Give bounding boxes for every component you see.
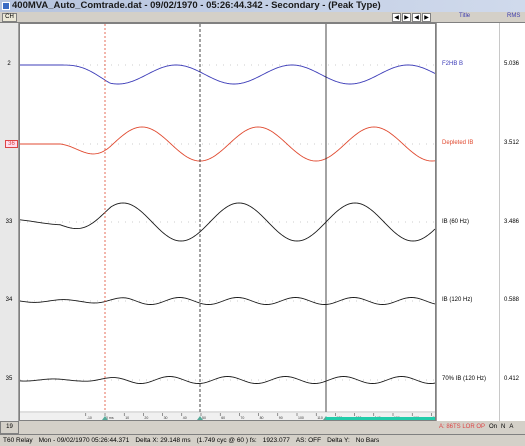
waveform-trace[interactable] bbox=[20, 64, 436, 85]
time-tick-label: 40 bbox=[183, 416, 187, 420]
title-bar: 400MVA_Auto_Comtrade.dat - 09/02/1970 - … bbox=[0, 0, 525, 12]
time-tick-label: -10 bbox=[87, 416, 92, 420]
channel-rms: 0.588 bbox=[504, 297, 520, 303]
channel-number[interactable]: 2 bbox=[0, 61, 18, 67]
time-tick-label: 20 bbox=[144, 416, 148, 420]
channel-number-selected[interactable]: 36 bbox=[5, 140, 18, 148]
channel-title[interactable]: 70% IB (120 Hz) bbox=[442, 376, 486, 382]
status-bars: No Bars bbox=[355, 437, 380, 444]
channel-title[interactable]: IB (60 Hz) bbox=[442, 219, 469, 225]
time-tick-label: 80 bbox=[260, 416, 264, 420]
channel-number[interactable]: 34 bbox=[0, 297, 18, 303]
channel-info-panel: F2HB B 5.036 Depleted IB 3.512 IB (60 Hz… bbox=[436, 23, 525, 421]
title-column-header[interactable]: Title bbox=[459, 13, 470, 19]
channel-button[interactable]: CH bbox=[2, 13, 17, 22]
channel-title[interactable]: F2HB B bbox=[442, 61, 463, 67]
scroll-right-button[interactable]: ▶ bbox=[402, 13, 411, 22]
status-fs: 1923.077 bbox=[262, 437, 290, 444]
nav-buttons: ◀ ▶ ◀ ▶ bbox=[392, 13, 431, 22]
waveform-canvas[interactable]: -100 ms102030405060708090100110120130140… bbox=[19, 24, 438, 420]
channel-title[interactable]: IB (120 Hz) bbox=[442, 297, 472, 303]
relay-flag: A bbox=[509, 424, 514, 430]
channel-number[interactable]: 35 bbox=[0, 376, 18, 382]
waveform-trace[interactable] bbox=[19, 202, 436, 242]
digital-status: A: 86TS LOR OP On N A bbox=[436, 421, 525, 434]
status-delta-x: Delta X: 29.148 ms bbox=[135, 437, 191, 444]
status-bar: T60 Relay Mon - 09/02/1970 05:26:44.371 … bbox=[0, 434, 525, 446]
page-left-button[interactable]: ◀ bbox=[412, 13, 421, 22]
channel-rms: 5.036 bbox=[504, 61, 520, 67]
channel-title[interactable]: Depleted IB bbox=[442, 140, 473, 146]
relay-flag: N bbox=[501, 424, 506, 430]
channel-number[interactable]: 33 bbox=[0, 219, 18, 225]
time-tick-label: 10 bbox=[125, 416, 129, 420]
rms-column-header[interactable]: RMS bbox=[507, 13, 520, 19]
waveform-trace[interactable] bbox=[20, 126, 436, 162]
waveform-trace[interactable] bbox=[19, 376, 436, 384]
time-tick-label: 50 bbox=[202, 416, 206, 420]
time-tick-label: 100 bbox=[298, 416, 304, 420]
window-title: 400MVA_Auto_Comtrade.dat - 09/02/1970 - … bbox=[12, 0, 381, 11]
waveform-trace[interactable] bbox=[19, 297, 436, 305]
page-right-button[interactable]: ▶ bbox=[422, 13, 431, 22]
time-tick-label: 60 bbox=[221, 416, 225, 420]
channel-count: 19 bbox=[0, 421, 19, 434]
status-device: T60 Relay bbox=[3, 437, 33, 444]
channel-rms: 3.512 bbox=[504, 140, 520, 146]
column-divider bbox=[499, 23, 500, 421]
scroll-left-button[interactable]: ◀ bbox=[392, 13, 401, 22]
status-delta-y: Delta Y: bbox=[327, 437, 350, 444]
channel-rms: 3.486 bbox=[504, 219, 520, 225]
time-tick-label: 30 bbox=[164, 416, 168, 420]
app-icon bbox=[2, 2, 10, 10]
time-tick-label: 70 bbox=[240, 416, 244, 420]
time-tick-label: 90 bbox=[279, 416, 283, 420]
toolbar: CH ◀ ▶ ◀ ▶ Title RMS bbox=[0, 12, 525, 23]
relay-tag[interactable]: A: 86TS LOR OP bbox=[439, 421, 485, 434]
scroll-thumb[interactable] bbox=[326, 417, 435, 420]
waveform-plot[interactable]: -100 ms102030405060708090100110120130140… bbox=[19, 23, 438, 421]
status-as: AS: OFF bbox=[295, 437, 322, 444]
channel-rms: 0.412 bbox=[504, 376, 520, 382]
status-cursor-time: Mon - 09/02/1970 05:26:44.371 bbox=[38, 437, 130, 444]
status-cycles: (1.749 cyc @ 60 ) fs: bbox=[196, 437, 257, 444]
channel-number-gutter: 2 36 33 34 35 bbox=[0, 23, 19, 421]
relay-state: On bbox=[489, 424, 498, 430]
time-tick-label: 110 bbox=[317, 416, 323, 420]
